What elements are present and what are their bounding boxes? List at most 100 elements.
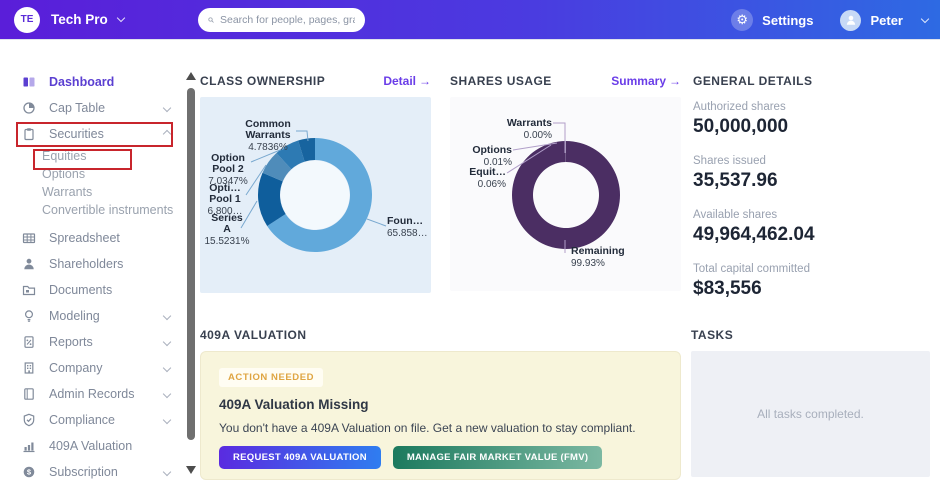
chevron-down-icon[interactable] — [163, 416, 171, 424]
notebook-icon — [22, 387, 36, 401]
sidebar-item-cap-table[interactable]: Cap Table — [0, 95, 183, 121]
segment-label-equity: Equit… 0.06% — [450, 167, 506, 190]
user-menu[interactable]: Peter — [870, 13, 903, 28]
shield-check-icon — [22, 413, 36, 427]
segment-label-series-a: Series A 15.5231% — [200, 213, 254, 247]
company-logo[interactable]: TE — [14, 7, 40, 33]
sidebar-item-company[interactable]: Company — [0, 355, 183, 381]
sidebar-item-securities[interactable]: Securities — [0, 121, 183, 147]
chevron-down-icon[interactable] — [163, 104, 171, 112]
stat-total-capital-committed: Total capital committed $83,556 — [693, 263, 930, 300]
content-scrollbar — [183, 40, 199, 486]
sidebar-item-label: 409A Valuation — [49, 439, 132, 453]
valuation-missing-description: You don't have a 409A Valuation on file.… — [219, 421, 662, 435]
main-content: CLASS OWNERSHIP Detail → — [199, 40, 940, 486]
arrow-right-icon: → — [669, 74, 681, 88]
remaining-segment — [512, 141, 620, 249]
chevron-down-icon[interactable] — [921, 14, 929, 22]
chevron-down-icon[interactable] — [117, 14, 125, 22]
stat-label: Total capital committed — [693, 263, 930, 275]
report-icon — [22, 335, 36, 349]
scroll-down-arrow-icon[interactable] — [186, 466, 196, 474]
sidebar-item-subscription[interactable]: $ Subscription — [0, 459, 183, 485]
sidebar-item-shareholders[interactable]: Shareholders — [0, 251, 183, 277]
arrow-right-icon: → — [419, 74, 431, 88]
sidebar: Dashboard Cap Table Securities — [0, 40, 183, 486]
sidebar-item-label: Modeling — [49, 309, 100, 323]
tasks-panel: TASKS All tasks completed. — [691, 327, 930, 477]
stat-label: Shares issued — [693, 155, 930, 167]
sidebar-item-409a-valuation[interactable]: 409A Valuation — [0, 433, 183, 459]
dollar-circle-icon: $ — [22, 465, 36, 479]
valuation-409a-card: ACTION NEEDED 409A Valuation Missing You… — [200, 351, 681, 480]
company-switcher[interactable]: Tech Pro — [51, 12, 108, 27]
stat-value: 49,964,462.04 — [693, 224, 930, 246]
settings-button[interactable]: Settings — [762, 13, 813, 28]
tasks-empty-text: All tasks completed. — [757, 407, 864, 421]
spreadsheet-icon — [22, 231, 36, 245]
detail-link[interactable]: Detail → — [383, 74, 431, 88]
top-navbar: TE Tech Pro ⚙ Settings Peter — [0, 0, 940, 40]
chevron-down-icon[interactable] — [163, 390, 171, 398]
detail-link-label: Detail — [383, 74, 416, 88]
sidebar-item-label: Options — [42, 167, 85, 181]
chevron-down-icon[interactable] — [163, 364, 171, 372]
chevron-down-icon[interactable] — [163, 338, 171, 346]
stat-available-shares: Available shares 49,964,462.04 — [693, 209, 930, 246]
securities-submenu: Equities Options Warrants Convertible in… — [0, 147, 183, 219]
valuation-409a-panel: 409A VALUATION ACTION NEEDED 409A Valuat… — [200, 327, 681, 480]
sidebar-item-options[interactable]: Options — [0, 165, 183, 183]
folder-icon — [22, 283, 36, 297]
sidebar-item-warrants[interactable]: Warrants — [0, 183, 183, 201]
sidebar-item-label: Compliance — [49, 413, 115, 427]
search-icon — [208, 14, 214, 26]
avatar[interactable] — [840, 10, 861, 31]
sidebar-item-label: Shareholders — [49, 257, 123, 271]
chevron-down-icon[interactable] — [163, 468, 171, 476]
gear-icon[interactable]: ⚙ — [731, 9, 753, 31]
chevron-up-icon[interactable] — [163, 130, 171, 138]
stat-label: Authorized shares — [693, 101, 930, 113]
clipboard-icon — [22, 127, 36, 141]
chevron-down-icon[interactable] — [163, 312, 171, 320]
sidebar-item-spreadsheet[interactable]: Spreadsheet — [0, 225, 183, 251]
sidebar-item-compliance[interactable]: Compliance — [0, 407, 183, 433]
stat-label: Available shares — [693, 209, 930, 221]
scroll-up-arrow-icon[interactable] — [186, 72, 196, 80]
sidebar-item-label: Subscription — [49, 465, 118, 479]
stat-authorized-shares: Authorized shares 50,000,000 — [693, 101, 930, 138]
sidebar-item-equities[interactable]: Equities — [0, 147, 183, 165]
sidebar-item-admin-records[interactable]: Admin Records — [0, 381, 183, 407]
navbar-right: ⚙ Settings Peter — [731, 0, 928, 40]
pie-chart-icon — [22, 101, 36, 115]
request-409a-valuation-button[interactable]: REQUEST 409A VALUATION — [219, 446, 381, 469]
sidebar-item-label: Dashboard — [49, 75, 114, 89]
tasks-heading: TASKS — [691, 328, 733, 342]
general-details-panel: GENERAL DETAILS Authorized shares 50,000… — [693, 73, 930, 317]
sidebar-item-label: Spreadsheet — [49, 231, 120, 245]
global-search[interactable] — [198, 8, 365, 32]
scrollbar-thumb[interactable] — [187, 88, 195, 440]
sidebar-item-reports[interactable]: Reports — [0, 329, 183, 355]
sidebar-item-label: Documents — [49, 283, 112, 297]
sidebar-item-documents[interactable]: Documents — [0, 277, 183, 303]
sidebar-item-label: Convertible instruments — [42, 203, 173, 217]
valuation-missing-title: 409A Valuation Missing — [219, 397, 662, 412]
stat-value: $83,556 — [693, 278, 930, 300]
search-input[interactable] — [220, 14, 355, 26]
shares-usage-heading: SHARES USAGE — [450, 74, 552, 88]
class-ownership-chart: Common Warrants 4.7836% Option Pool 2 7.… — [200, 97, 431, 293]
manage-fmv-button[interactable]: MANAGE FAIR MARKET VALUE (FMV) — [393, 446, 602, 469]
segment-label-remaining: Remaining 99.93% — [571, 246, 651, 269]
summary-link-label: Summary — [611, 74, 666, 88]
sidebar-item-label: Company — [49, 361, 103, 375]
class-ownership-heading: CLASS OWNERSHIP — [200, 74, 325, 88]
sidebar-item-dashboard[interactable]: Dashboard — [0, 69, 183, 95]
class-ownership-panel: CLASS OWNERSHIP Detail → — [200, 73, 431, 293]
summary-link[interactable]: Summary → — [611, 74, 681, 88]
sidebar-item-convertible-instruments[interactable]: Convertible instruments — [0, 201, 183, 219]
sidebar-item-modeling[interactable]: Modeling — [0, 303, 183, 329]
person-icon — [22, 257, 36, 271]
sidebar-item-label: Cap Table — [49, 101, 105, 115]
app-screen: TE Tech Pro ⚙ Settings Peter — [0, 0, 940, 486]
